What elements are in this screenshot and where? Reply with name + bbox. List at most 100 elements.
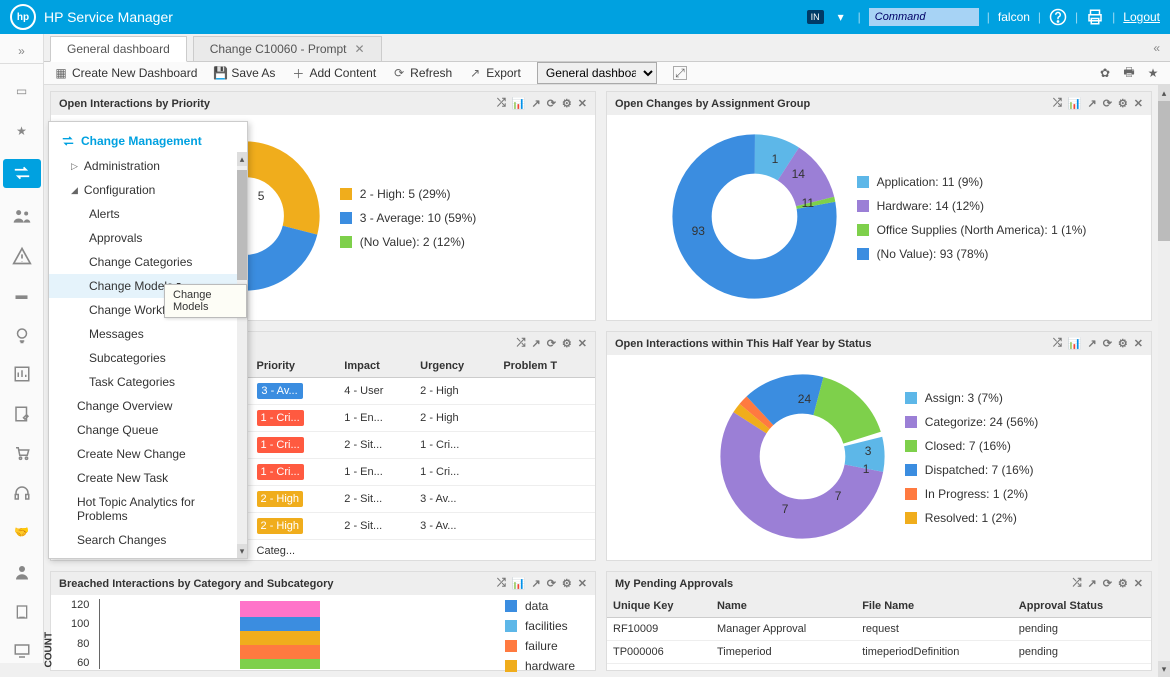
panel-action-icon[interactable]: ⚙ bbox=[562, 577, 572, 590]
panel-action-icon[interactable]: ✕ bbox=[578, 577, 587, 590]
col-problem[interactable]: Problem T bbox=[497, 355, 595, 378]
rail-cart-icon[interactable] bbox=[10, 442, 34, 466]
dashboard-select[interactable]: General dashboard bbox=[537, 62, 657, 84]
menu-item-change-queue[interactable]: Change Queue bbox=[49, 418, 247, 442]
menu-item-hot-topic-analytics[interactable]: Hot Topic Analytics for Problems bbox=[49, 490, 247, 528]
table-row[interactable]: RF10009Manager Approvalrequestpending bbox=[607, 618, 1151, 641]
rail-bulb-icon[interactable] bbox=[10, 323, 34, 347]
menu-item-search-changes[interactable]: Search Changes bbox=[49, 528, 247, 552]
panel-action-icon[interactable]: ⤮ bbox=[1053, 97, 1062, 110]
panel-action-icon[interactable]: ⚙ bbox=[1118, 577, 1128, 590]
tab-collapse-icon[interactable]: « bbox=[1143, 41, 1170, 55]
panel-action-icon[interactable]: ⟳ bbox=[547, 97, 556, 110]
logout-link[interactable]: Logout bbox=[1123, 10, 1160, 24]
panel-action-icon[interactable]: ⟳ bbox=[1103, 577, 1112, 590]
panel-action-icon[interactable]: ↗ bbox=[1087, 577, 1096, 590]
panel-action-icon[interactable]: ↗ bbox=[1087, 337, 1096, 350]
hp-logo-icon: hp bbox=[10, 4, 36, 30]
rail-edit-icon[interactable] bbox=[10, 402, 34, 426]
menu-scrollbar[interactable]: ▴▾ bbox=[237, 152, 247, 558]
panel-action-icon[interactable]: ✕ bbox=[578, 97, 587, 110]
rail-book-icon[interactable]: ▬ bbox=[10, 283, 34, 307]
col-name[interactable]: Name bbox=[711, 595, 856, 618]
panel-action-icon[interactable]: ⟳ bbox=[547, 577, 556, 590]
col-approval-status[interactable]: Approval Status bbox=[1013, 595, 1151, 618]
rail-chart-icon[interactable] bbox=[10, 362, 34, 386]
panel-action-icon[interactable]: ⟳ bbox=[1103, 337, 1112, 350]
rail-people-icon[interactable] bbox=[10, 204, 34, 228]
panel-action-icon[interactable]: ✕ bbox=[1134, 97, 1143, 110]
rail-star-icon[interactable]: ★ bbox=[10, 119, 34, 143]
rail-tool-icon[interactable] bbox=[10, 639, 34, 663]
command-input[interactable] bbox=[869, 8, 979, 26]
menu-item-subcategories[interactable]: Subcategories bbox=[49, 346, 247, 370]
rail-doc-icon[interactable] bbox=[10, 600, 34, 624]
panel-action-icon[interactable]: ⚙ bbox=[562, 97, 572, 110]
col-file-name[interactable]: File Name bbox=[856, 595, 1013, 618]
lang-badge[interactable]: IN bbox=[807, 10, 824, 24]
gear-icon[interactable]: ✿ bbox=[1098, 66, 1112, 80]
refresh-button[interactable]: ⟳Refresh bbox=[392, 66, 452, 80]
panel-action-icon[interactable]: 📊 bbox=[1068, 97, 1082, 110]
rail-change-icon[interactable] bbox=[3, 159, 41, 188]
menu-item-task-categories[interactable]: Task Categories bbox=[49, 370, 247, 394]
panel-action-icon[interactable]: ↗ bbox=[531, 337, 540, 350]
panel-action-icon[interactable]: ⤮ bbox=[497, 577, 506, 590]
table-row[interactable]: TP000006TimeperiodtimeperiodDefinitionpe… bbox=[607, 641, 1151, 664]
print-icon[interactable] bbox=[1086, 8, 1104, 26]
panel-action-icon[interactable]: ⟳ bbox=[1103, 97, 1112, 110]
tab-general-dashboard[interactable]: General dashboard bbox=[50, 36, 187, 62]
star-icon[interactable]: ★ bbox=[1146, 66, 1160, 80]
rail-headset-icon[interactable] bbox=[10, 481, 34, 505]
panel-action-icon[interactable]: ↗ bbox=[1087, 97, 1096, 110]
col-impact[interactable]: Impact bbox=[338, 355, 414, 378]
panel-action-icon[interactable]: ✕ bbox=[578, 337, 587, 350]
panel-action-icon[interactable]: ⚙ bbox=[562, 337, 572, 350]
print-icon[interactable]: 🖶 bbox=[1122, 66, 1136, 80]
add-content-button[interactable]: ＋Add Content bbox=[291, 66, 376, 80]
panel-action-icon[interactable]: ↗ bbox=[531, 577, 540, 590]
menu-item-approvals[interactable]: Approvals bbox=[49, 226, 247, 250]
panel-action-icon[interactable]: ✕ bbox=[1134, 577, 1143, 590]
col-priority[interactable]: Priority bbox=[251, 355, 339, 378]
panel-action-icon[interactable]: 📊 bbox=[512, 97, 526, 110]
menu-item-create-new-task[interactable]: Create New Task bbox=[49, 466, 247, 490]
menu-item-administration[interactable]: ▷Administration bbox=[49, 154, 247, 178]
panel-action-icon[interactable]: 📊 bbox=[1068, 337, 1082, 350]
panel-action-icon[interactable]: ⤮ bbox=[497, 97, 506, 110]
menu-item-messages[interactable]: Messages bbox=[49, 322, 247, 346]
create-dashboard-button[interactable]: ▦Create New Dashboard bbox=[54, 66, 197, 80]
rail-home-icon[interactable]: ▭ bbox=[10, 80, 34, 104]
panel-action-icon[interactable]: ⤮ bbox=[1073, 577, 1082, 590]
rail-alert-icon[interactable] bbox=[10, 244, 34, 268]
export-button[interactable]: ↗Export bbox=[468, 66, 521, 80]
tab-change-prompt[interactable]: Change C10060 - Prompt✕ bbox=[193, 36, 382, 62]
content-scrollbar[interactable]: ▴▾ bbox=[1158, 85, 1170, 677]
panel-title: My Pending Approvals bbox=[615, 578, 733, 590]
panel-action-icon[interactable]: 📊 bbox=[512, 577, 526, 590]
save-as-button[interactable]: 💾Save As bbox=[213, 66, 275, 80]
col-unique-key[interactable]: Unique Key bbox=[607, 595, 711, 618]
dropdown-icon[interactable]: ▾ bbox=[832, 8, 850, 26]
col-urgency[interactable]: Urgency bbox=[414, 355, 497, 378]
menu-item-create-new-change[interactable]: Create New Change bbox=[49, 442, 247, 466]
panel-action-icon[interactable]: ⤮ bbox=[1053, 337, 1062, 350]
panel-action-icon[interactable]: ⤮ bbox=[517, 337, 526, 350]
rail-expand-icon[interactable]: » bbox=[0, 40, 43, 64]
panel-action-icon[interactable]: ↗ bbox=[531, 97, 540, 110]
menu-item-change-categories[interactable]: Change Categories bbox=[49, 250, 247, 274]
rail-person-icon[interactable] bbox=[10, 560, 34, 584]
menu-item-configuration[interactable]: ◢Configuration bbox=[49, 178, 247, 202]
panel-action-icon[interactable]: ✕ bbox=[1134, 337, 1143, 350]
panel-action-icon[interactable]: ⚙ bbox=[1118, 337, 1128, 350]
panel-action-icon[interactable]: ⚙ bbox=[1118, 97, 1128, 110]
tabs-bar: General dashboard Change C10060 - Prompt… bbox=[44, 34, 1170, 62]
expand-select-icon[interactable]: ⤢ bbox=[673, 66, 687, 80]
panel-action-icon[interactable]: ⟳ bbox=[547, 337, 556, 350]
menu-item-alerts[interactable]: Alerts bbox=[49, 202, 247, 226]
help-icon[interactable] bbox=[1049, 8, 1067, 26]
rail-hands-icon[interactable]: 🤝 bbox=[10, 521, 34, 545]
menu-item-change-overview[interactable]: Change Overview bbox=[49, 394, 247, 418]
user-label[interactable]: falcon bbox=[998, 10, 1030, 24]
close-icon[interactable]: ✕ bbox=[355, 42, 365, 56]
